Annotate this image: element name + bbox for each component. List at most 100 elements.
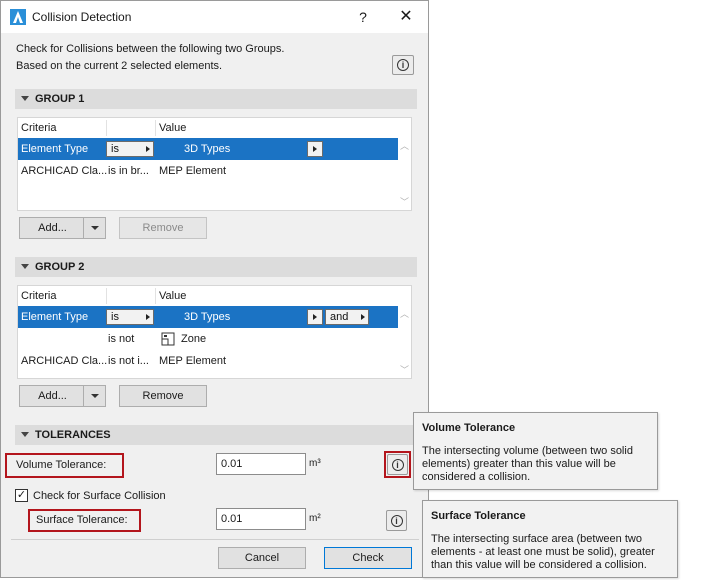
conjunction-value: and — [330, 311, 349, 323]
value-arrow-button[interactable] — [307, 309, 323, 325]
tooltip-line: elements - at least one must be solid), … — [431, 546, 655, 558]
group1-add-button[interactable]: Add... — [19, 217, 106, 239]
operator-cell: is not — [108, 333, 135, 345]
info-icon: i — [397, 59, 409, 71]
tolerances-header[interactable]: TOLERANCES — [15, 425, 417, 445]
zone-icon — [161, 332, 175, 346]
collapse-triangle-icon — [21, 96, 29, 101]
column-separator — [155, 288, 156, 304]
criteria-cell: Element Type — [21, 311, 89, 323]
column-separator — [155, 120, 156, 136]
scroll-down-icon[interactable]: ﹀ — [400, 366, 409, 375]
criteria-cell: Element Type — [21, 143, 89, 155]
add-menu-arrow[interactable] — [83, 386, 105, 406]
add-menu-arrow[interactable] — [83, 218, 105, 238]
volume-info-button[interactable]: i — [387, 454, 408, 475]
group2-add-button[interactable]: Add... — [19, 385, 106, 407]
chevron-down-icon — [91, 226, 99, 230]
check-button[interactable]: Check — [324, 547, 412, 569]
tooltip-body: The intersecting surface area (between t… — [431, 533, 655, 572]
scroll-up-icon[interactable]: ︿ — [400, 142, 409, 151]
group1-row-2[interactable]: ARCHICAD Cla... is in br... MEP Element — [18, 160, 398, 182]
close-button[interactable]: ✕ — [395, 6, 417, 28]
dropdown-arrow-icon — [361, 314, 365, 320]
operator-dropdown[interactable]: is — [106, 309, 154, 325]
group2-column-header: Criteria Value — [18, 286, 398, 306]
conjunction-dropdown[interactable]: and — [325, 309, 369, 325]
group1-column-header: Criteria Value — [18, 118, 398, 138]
criteria-column-header: Criteria — [21, 290, 57, 302]
tooltip-body: The intersecting volume (between two sol… — [422, 445, 633, 484]
value-field[interactable]: 3D Types — [159, 141, 324, 157]
group1-remove-button[interactable]: Remove — [119, 217, 207, 239]
operator-cell: is not i... — [108, 355, 149, 367]
tooltip-line: considered a collision. — [422, 471, 531, 483]
criteria-column-header: Criteria — [21, 122, 57, 134]
group1-scrollbar[interactable]: ︿ ﹀ — [397, 118, 411, 210]
surface-info-button[interactable]: i — [386, 510, 407, 531]
group1-row-1[interactable]: Element Type is 3D Types — [18, 138, 398, 160]
collapse-triangle-icon — [21, 264, 29, 269]
operator-dropdown[interactable]: is — [106, 141, 154, 157]
tooltip-line: The intersecting surface area (between t… — [431, 533, 642, 545]
dropdown-arrow-icon — [313, 146, 317, 152]
chevron-down-icon — [91, 394, 99, 398]
criteria-cell: ARCHICAD Cla... — [21, 165, 108, 177]
value-column-header: Value — [159, 122, 187, 134]
surface-tolerance-input[interactable]: 0.01 — [216, 508, 306, 530]
operator-cell: is in br... — [108, 165, 149, 177]
tooltip-title: Surface Tolerance — [431, 510, 526, 522]
dropdown-arrow-icon — [313, 314, 317, 320]
criteria-cell: ARCHICAD Cla... — [21, 355, 108, 367]
group1-header[interactable]: GROUP 1 — [15, 89, 417, 109]
group1-title: GROUP 1 — [35, 93, 85, 105]
value-field[interactable]: 3D Types — [159, 309, 324, 325]
value-arrow-button[interactable] — [307, 141, 323, 157]
intro-line-2: Based on the current 2 selected elements… — [16, 60, 223, 72]
group2-scrollbar[interactable]: ︿ ﹀ — [397, 286, 411, 378]
window-title: Collision Detection — [32, 10, 132, 24]
surface-collision-checkbox[interactable]: ✓ — [15, 489, 28, 502]
group2-criteria-table: Criteria Value Element Type is 3D Types … — [17, 285, 412, 379]
volume-tolerance-input[interactable]: 0.01 — [216, 453, 306, 475]
intro-line-1: Check for Collisions between the followi… — [16, 43, 285, 55]
volume-tolerance-label: Volume Tolerance: — [16, 459, 107, 471]
footer-divider — [11, 539, 419, 540]
volume-tolerance-tooltip: Volume Tolerance The intersecting volume… — [413, 412, 658, 490]
info-icon: i — [390, 514, 403, 527]
value-text: 3D Types — [184, 311, 231, 323]
collapse-triangle-icon — [21, 432, 29, 437]
tooltip-line: elements) greater than this value will b… — [422, 458, 616, 470]
volume-unit: m³ — [309, 458, 321, 469]
title-bar: Collision Detection ? ✕ — [1, 1, 428, 33]
intro-info-button[interactable]: i — [392, 55, 414, 75]
group1-criteria-table: Criteria Value Element Type is 3D Types … — [17, 117, 412, 211]
scroll-down-icon[interactable]: ﹀ — [400, 198, 409, 207]
group2-remove-button[interactable]: Remove — [119, 385, 207, 407]
group2-row-3[interactable]: ARCHICAD Cla... is not i... MEP Element — [18, 350, 398, 372]
cancel-button[interactable]: Cancel — [218, 547, 306, 569]
tooltip-title: Volume Tolerance — [422, 422, 516, 434]
surface-unit: m² — [309, 513, 321, 524]
tolerances-title: TOLERANCES — [35, 429, 111, 441]
intro-text: Check for Collisions between the followi… — [16, 41, 284, 75]
group2-row-2[interactable]: is not Zone — [18, 328, 398, 350]
dropdown-arrow-icon — [146, 146, 150, 152]
operator-value: is — [111, 143, 119, 155]
info-icon: i — [391, 458, 404, 471]
group2-row-1[interactable]: Element Type is 3D Types and — [18, 306, 398, 328]
help-button[interactable]: ? — [353, 7, 373, 27]
value-cell: MEP Element — [159, 355, 227, 367]
dropdown-arrow-icon — [146, 314, 150, 320]
value-cell: MEP Element — [159, 165, 227, 177]
group2-header[interactable]: GROUP 2 — [15, 257, 417, 277]
scroll-up-icon[interactable]: ︿ — [400, 310, 409, 319]
archicad-logo-icon — [10, 9, 26, 25]
collision-detection-dialog: Collision Detection ? ✕ Check for Collis… — [0, 0, 429, 578]
value-column-header: Value — [159, 290, 187, 302]
surface-collision-label: Check for Surface Collision — [33, 490, 166, 502]
value-text: 3D Types — [184, 143, 231, 155]
column-separator — [106, 288, 107, 304]
tooltip-line: The intersecting volume (between two sol… — [422, 445, 633, 457]
surface-tolerance-tooltip: Surface Tolerance The intersecting surfa… — [422, 500, 678, 578]
